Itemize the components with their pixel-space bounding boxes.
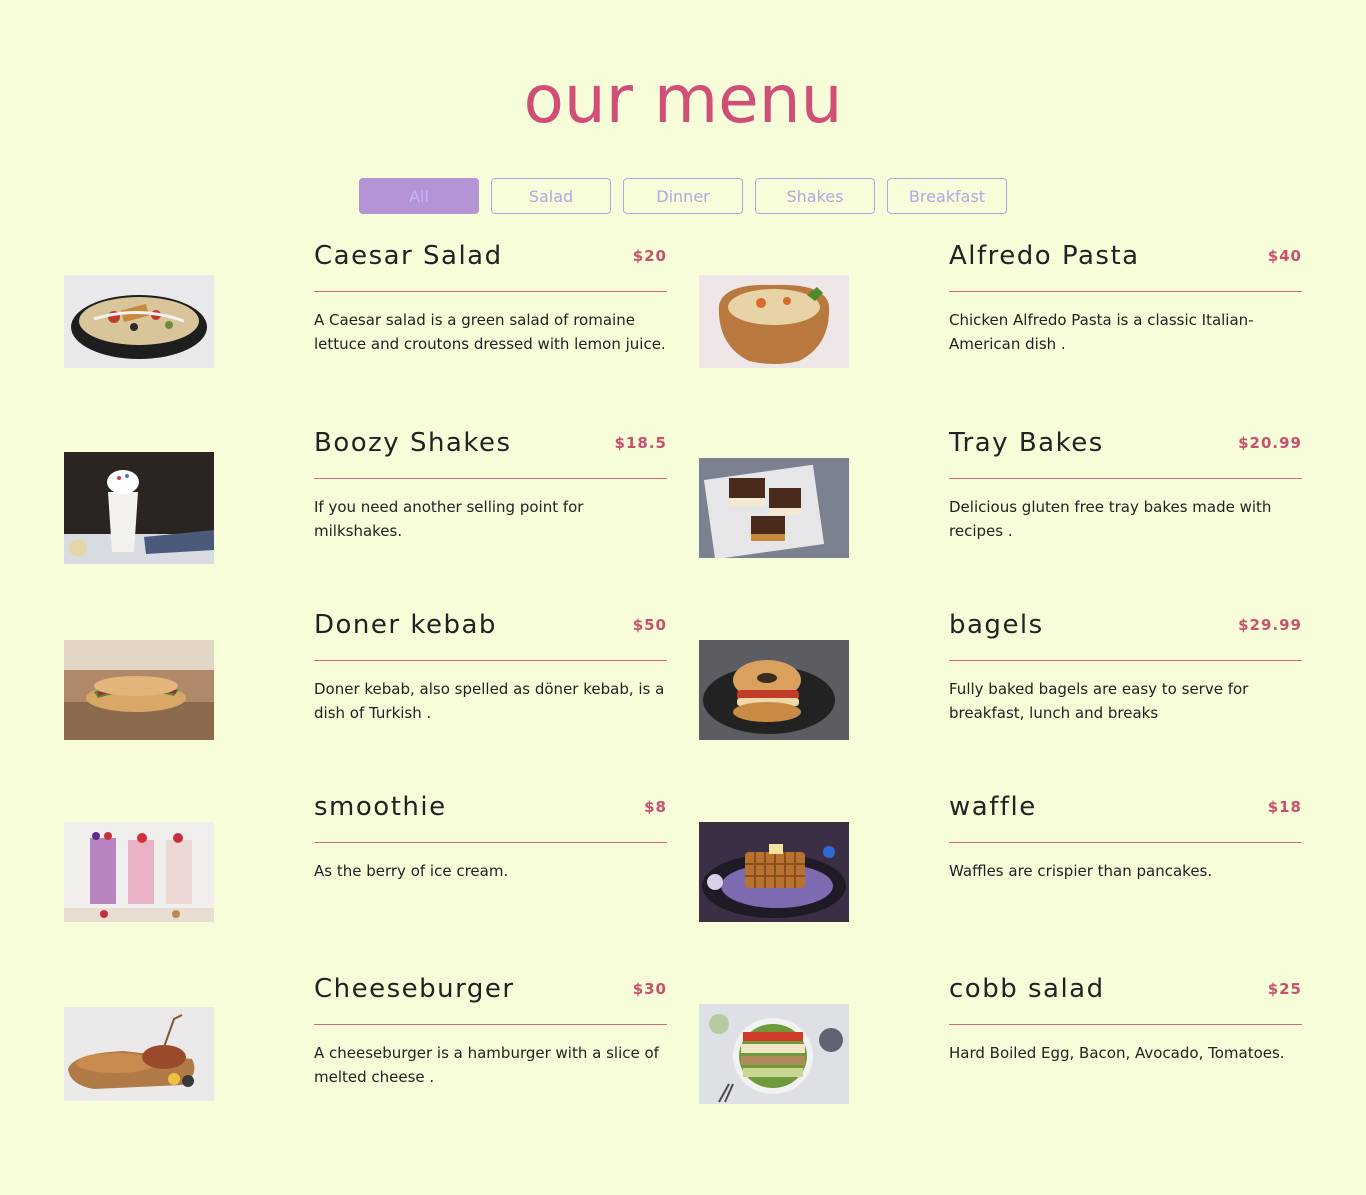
menu-item-description: If you need another selling point for mi… [314, 498, 584, 540]
filter-all-button[interactable]: All [359, 178, 479, 214]
menu-item-header: Tray Bakes $20.99 [949, 428, 1302, 479]
category-filter-bar: All Salad Dinner Shakes Breakfast [359, 178, 1007, 214]
menu-item-price: $25 [1267, 980, 1302, 998]
menu-item-name: cobb salad [949, 974, 1105, 1004]
cobb-salad-photo [699, 1004, 849, 1104]
waffle-photo [699, 822, 849, 922]
menu-item-header: smoothie $8 [314, 792, 667, 843]
menu-item-name: Alfredo Pasta [949, 241, 1140, 271]
menu-item-description: A cheeseburger is a hamburger with a sli… [314, 1044, 659, 1086]
filter-shakes-button[interactable]: Shakes [755, 178, 875, 214]
menu-item-name: Doner kebab [314, 610, 497, 640]
menu-item-name: Caesar Salad [314, 241, 503, 271]
menu-item-name: smoothie [314, 792, 447, 822]
menu-item-price: $20.99 [1238, 434, 1302, 452]
menu-item-info: Alfredo Pasta $40 Chicken Alfredo Pasta … [949, 241, 1302, 356]
menu-item-header: Caesar Salad $20 [314, 241, 667, 292]
menu-item-price: $50 [632, 616, 667, 634]
menu-item-price: $8 [644, 798, 667, 816]
menu-item-info: cobb salad $25 Hard Boiled Egg, Bacon, A… [949, 974, 1302, 1065]
menu-item-info: smoothie $8 As the berry of ice cream. [314, 792, 667, 883]
menu-item-info: Cheeseburger $30 A cheeseburger is a ham… [314, 974, 667, 1089]
menu-item-header: Alfredo Pasta $40 [949, 241, 1302, 292]
doner-kebab-photo [64, 640, 214, 740]
menu-item-price: $18 [1267, 798, 1302, 816]
menu-item-description: Fully baked bagels are easy to serve for… [949, 680, 1249, 722]
menu-item-description: Hard Boiled Egg, Bacon, Avocado, Tomatoe… [949, 1044, 1285, 1062]
cheeseburger-photo [64, 1007, 214, 1101]
menu-item-name: waffle [949, 792, 1037, 822]
filter-breakfast-button[interactable]: Breakfast [887, 178, 1007, 214]
menu-item-header: Doner kebab $50 [314, 610, 667, 661]
menu-item-name: Tray Bakes [949, 428, 1104, 458]
menu-item-header: cobb salad $25 [949, 974, 1302, 1025]
caesar-salad-photo [64, 275, 214, 368]
page-title: our menu [523, 61, 843, 138]
tray-bakes-photo [699, 458, 849, 558]
menu-item-info: Caesar Salad $20 A Caesar salad is a gre… [314, 241, 667, 356]
filter-salad-button[interactable]: Salad [491, 178, 611, 214]
bagel-photo [699, 640, 849, 740]
menu-item-header: waffle $18 [949, 792, 1302, 843]
menu-item-price: $29.99 [1238, 616, 1302, 634]
menu-item-name: Cheeseburger [314, 974, 515, 1004]
menu-item-description: Delicious gluten free tray bakes made wi… [949, 498, 1272, 540]
menu-item-description: As the berry of ice cream. [314, 862, 509, 880]
menu-item-description: Doner kebab, also spelled as döner kebab… [314, 680, 665, 722]
menu-item-price: $40 [1267, 247, 1302, 265]
menu-item-price: $20 [632, 247, 667, 265]
menu-item-description: A Caesar salad is a green salad of romai… [314, 311, 666, 353]
alfredo-pasta-photo [699, 275, 849, 368]
menu-item-header: Cheeseburger $30 [314, 974, 667, 1025]
smoothie-photo [64, 822, 214, 922]
menu-item-info: waffle $18 Waffles are crispier than pan… [949, 792, 1302, 883]
menu-item-name: Boozy Shakes [314, 428, 512, 458]
menu-item-description: Waffles are crispier than pancakes. [949, 862, 1213, 880]
menu-item-description: Chicken Alfredo Pasta is a classic Itali… [949, 311, 1254, 353]
menu-item-name: bagels [949, 610, 1044, 640]
menu-item-price: $18.5 [614, 434, 667, 452]
filter-dinner-button[interactable]: Dinner [623, 178, 743, 214]
menu-item-info: Tray Bakes $20.99 Delicious gluten free … [949, 428, 1302, 543]
menu-item-info: bagels $29.99 Fully baked bagels are eas… [949, 610, 1302, 725]
menu-item-price: $30 [632, 980, 667, 998]
menu-item-info: Doner kebab $50 Doner kebab, also spelle… [314, 610, 667, 725]
menu-item-info: Boozy Shakes $18.5 If you need another s… [314, 428, 667, 543]
boozy-shake-photo [64, 452, 214, 564]
menu-item-header: bagels $29.99 [949, 610, 1302, 661]
menu-item-header: Boozy Shakes $18.5 [314, 428, 667, 479]
